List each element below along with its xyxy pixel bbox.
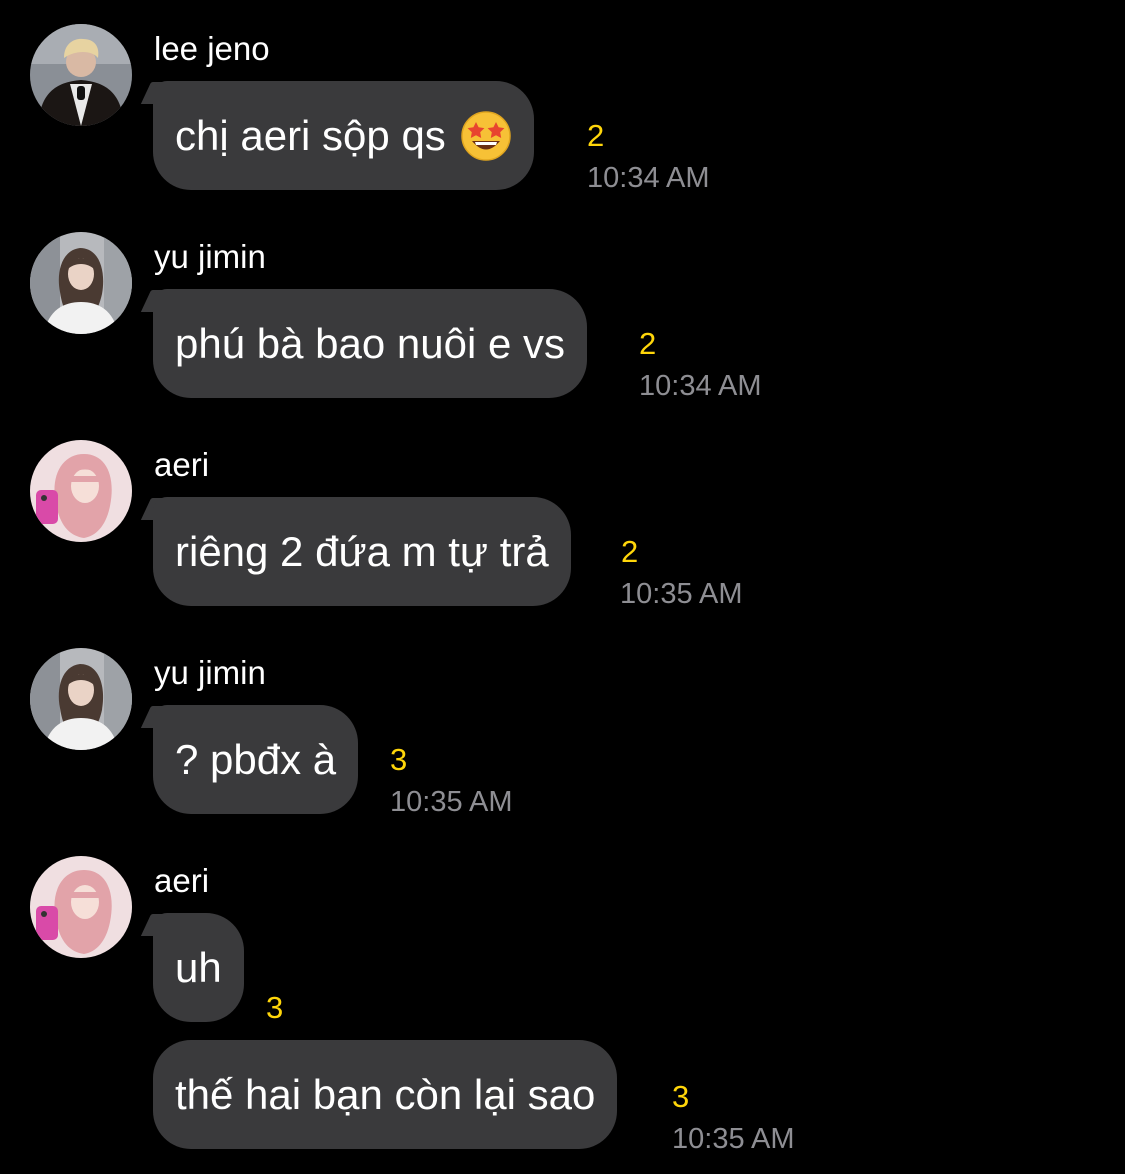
- read-count: 2: [587, 118, 605, 153]
- avatar-aeri[interactable]: [30, 440, 132, 542]
- avatar-yu-jimin[interactable]: [30, 648, 132, 750]
- avatar-lee-jeno-icon: [30, 24, 132, 126]
- message-bubble[interactable]: uh: [153, 913, 244, 1022]
- avatar-lee-jeno[interactable]: [30, 24, 132, 126]
- message-text: uh: [175, 943, 222, 991]
- timestamp: 10:35 AM: [390, 786, 513, 818]
- sender-name: lee jeno: [154, 30, 270, 67]
- avatar-yu-jimin-icon: [30, 232, 132, 334]
- timestamp: 10:35 AM: [620, 578, 743, 610]
- sender-name: aeri: [154, 862, 210, 899]
- sender-name: yu jimin: [154, 654, 266, 691]
- message-text: chị aeri sộp qs: [175, 111, 446, 159]
- read-count: 3: [672, 1079, 690, 1114]
- message-bubble[interactable]: thế hai bạn còn lại sao: [153, 1040, 618, 1149]
- timestamp: 10:34 AM: [587, 162, 710, 194]
- message-text: riêng 2 đứa m tự trả: [175, 527, 549, 575]
- sender-name: yu jimin: [154, 238, 266, 275]
- sender-name: aeri: [154, 446, 210, 483]
- avatar-aeri-icon: [30, 440, 132, 542]
- avatar-yu-jimin-icon: [30, 648, 132, 750]
- avatar-yu-jimin[interactable]: [30, 232, 132, 334]
- avatar-aeri[interactable]: [30, 856, 132, 958]
- timestamp: 10:34 AM: [639, 370, 762, 402]
- message-text: phú bà bao nuôi e vs: [175, 319, 565, 367]
- message-bubble[interactable]: ? pbđx à: [153, 705, 359, 814]
- timestamp: 10:35 AM: [672, 1123, 795, 1155]
- read-count: 3: [390, 742, 408, 777]
- message-text: ? pbđx à: [175, 735, 337, 783]
- message-bubble[interactable]: riêng 2 đứa m tự trả: [153, 497, 571, 606]
- read-count: 2: [621, 534, 639, 569]
- read-count: 3: [266, 990, 284, 1025]
- read-count: 2: [639, 326, 657, 361]
- star-struck-emoji-icon: [461, 110, 511, 161]
- message-text: thế hai bạn còn lại sao: [175, 1070, 596, 1118]
- message-bubble[interactable]: chị aeri sộp qs: [153, 81, 534, 190]
- avatar-aeri-icon: [30, 856, 132, 958]
- message-bubble[interactable]: phú bà bao nuôi e vs: [153, 289, 587, 398]
